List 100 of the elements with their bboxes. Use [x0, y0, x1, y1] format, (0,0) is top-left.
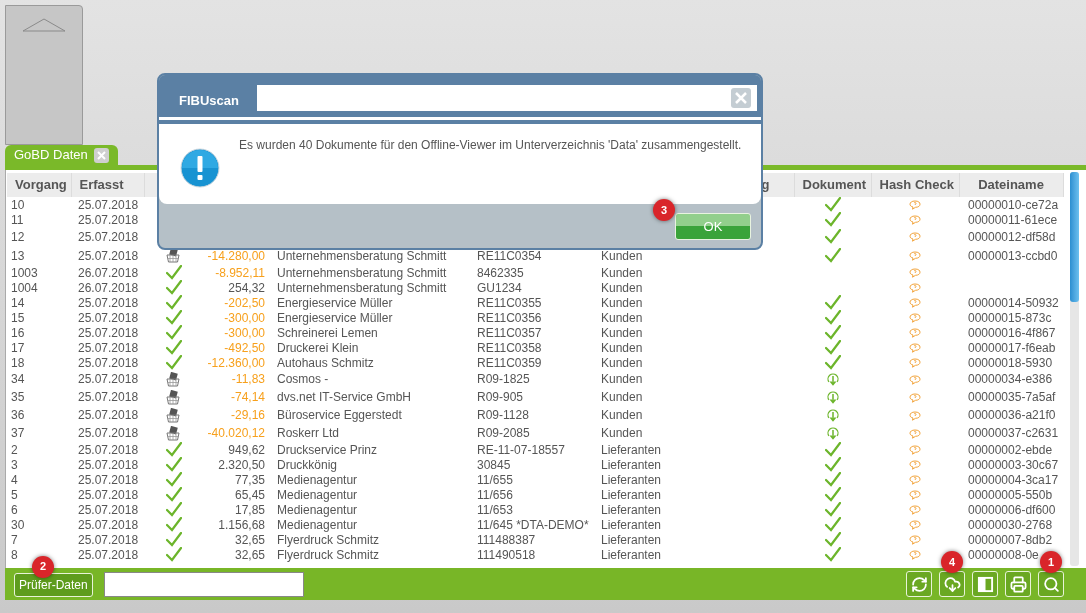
- table-cell: 00000008-0e: [968, 547, 1039, 562]
- table-cell: R09-1825: [477, 372, 530, 386]
- speech-bubble-icon: [909, 283, 921, 294]
- table-cell: Druckerei Klein: [277, 340, 359, 355]
- table-cell: Kunden: [601, 340, 643, 355]
- table-cell: 25.07.2018: [78, 487, 139, 502]
- table-cell: Flyerdruck Schmitz: [277, 547, 380, 562]
- table-cell: 00000036-a21f0: [968, 408, 1056, 422]
- half-square-icon: [976, 575, 994, 593]
- table-cell: 25.07.2018: [78, 325, 139, 340]
- pruefer-daten-button[interactable]: Prüfer-Daten: [14, 572, 93, 597]
- table-cell: 25.07.2018: [78, 457, 139, 472]
- collapse-arrow-icon[interactable]: [22, 18, 66, 32]
- close-icon[interactable]: [93, 147, 109, 163]
- table-cell: 17: [11, 340, 25, 355]
- table-cell: 25.07.2018: [78, 532, 139, 547]
- table-cell: Kunden: [601, 248, 643, 263]
- table-cell: 00000017-f6eab: [968, 340, 1056, 355]
- table-cell: Druckservice Prinz: [277, 442, 378, 457]
- table-cell: Lieferanten: [601, 487, 662, 502]
- column-header[interactable]: Erfasst: [79, 177, 124, 193]
- table-cell: 25.07.2018: [78, 472, 139, 487]
- table-cell: 7: [11, 532, 18, 547]
- speech-bubble-icon: [909, 520, 921, 531]
- table-cell: 25.07.2018: [78, 426, 139, 440]
- table-cell: -300,00: [224, 325, 265, 340]
- table-cell: 25.07.2018: [78, 372, 139, 386]
- toolbar-button[interactable]: [939, 571, 965, 597]
- ok-button[interactable]: OK: [675, 213, 751, 240]
- table-cell: Lieferanten: [601, 532, 662, 547]
- scrollbar[interactable]: [1070, 172, 1079, 566]
- table-cell: RE11C0354: [477, 248, 542, 263]
- speech-bubble-icon: [909, 428, 921, 439]
- table-cell: Energieservice Müller: [277, 295, 393, 310]
- column-header[interactable]: Dokument: [802, 177, 867, 193]
- column-header[interactable]: Hash Check: [879, 177, 954, 193]
- speech-bubble-icon: [909, 410, 921, 421]
- table-cell: RE11C0356: [477, 310, 542, 325]
- table-cell: 2.320,50: [218, 457, 265, 472]
- table-cell: 37: [11, 426, 25, 440]
- toolbar-button[interactable]: [906, 571, 932, 597]
- table-cell: 00000004-3ca17: [968, 472, 1059, 487]
- column-header[interactable]: Dateiname: [978, 177, 1044, 193]
- toolbar-button[interactable]: [1005, 571, 1031, 597]
- input-field[interactable]: [103, 571, 304, 597]
- table-cell: -40.020,12: [207, 426, 265, 440]
- table-cell: 4: [11, 472, 18, 487]
- table-cell: Schreinerei Lemen: [277, 325, 378, 340]
- speech-bubble-icon: [909, 251, 921, 262]
- close-button[interactable]: [731, 88, 751, 108]
- table-cell: 111488387: [477, 532, 536, 547]
- column-header[interactable]: Vorgang: [15, 177, 67, 193]
- dialog-message: Es wurden 40 Dokumente für den Offline-Viewer im Unterverzeichnis 'Data' zusammengestellt.: [239, 137, 742, 154]
- table-cell: 00000030-2768: [968, 517, 1053, 532]
- table-cell: 36: [11, 408, 25, 422]
- table-cell: 111490518: [477, 547, 536, 562]
- table-cell: 00000015-873c: [968, 310, 1052, 325]
- toolbar-button[interactable]: [972, 571, 998, 597]
- table-cell: 00000003-30c67: [968, 457, 1059, 472]
- close-icon: [735, 92, 747, 104]
- table-cell: GU1234: [477, 280, 522, 295]
- table-cell: RE11C0359: [477, 355, 542, 370]
- speech-bubble-icon: [909, 343, 921, 354]
- table-cell: 25.07.2018: [78, 248, 139, 263]
- table-cell: 25.07.2018: [78, 229, 139, 244]
- table-cell: Kunden: [601, 390, 643, 404]
- table-cell: 35: [11, 390, 25, 404]
- table-cell: R09-1128: [477, 408, 529, 422]
- table-cell: 1004: [11, 280, 38, 295]
- table-cell: -11,83: [231, 372, 265, 386]
- speech-bubble-icon: [909, 328, 921, 339]
- table-cell: dvs.net IT-Service GmbH: [277, 390, 412, 404]
- table-cell: 25.07.2018: [78, 502, 139, 517]
- table-cell: 00000035-7a5af: [968, 390, 1056, 404]
- table-cell: RE11C0357: [477, 325, 542, 340]
- table-cell: 8462335: [477, 265, 524, 280]
- table-cell: 25.07.2018: [78, 517, 139, 532]
- table-cell: Lieferanten: [601, 442, 662, 457]
- table-cell: Lieferanten: [601, 517, 662, 532]
- table-cell: 00000018-5930: [968, 355, 1053, 370]
- table-cell: Energieservice Müller: [277, 310, 393, 325]
- table-cell: 25.07.2018: [78, 340, 139, 355]
- table-cell: 00000012-df58d: [968, 229, 1056, 244]
- table-cell: Unternehmensberatung Schmitt: [277, 248, 447, 263]
- table-cell: -202,50: [224, 295, 265, 310]
- table-cell: 2: [11, 442, 18, 457]
- table-cell: 18: [11, 355, 25, 370]
- table-cell: 25.07.2018: [78, 390, 139, 404]
- speech-bubble-icon: [909, 550, 921, 561]
- table-cell: Roskerr Ltd: [277, 426, 340, 440]
- speech-bubble-icon: [909, 215, 921, 226]
- toolbar-button[interactable]: [1038, 571, 1064, 597]
- table-cell: 25.07.2018: [78, 212, 139, 227]
- speech-bubble-icon: [909, 232, 921, 243]
- table-cell: RE11C0358: [477, 340, 542, 355]
- table-cell: 11/645 *DTA-DEMO*: [477, 517, 589, 532]
- table-cell: 65,45: [234, 487, 265, 502]
- table-cell: 949,62: [228, 442, 265, 457]
- table-cell: 25.07.2018: [78, 310, 139, 325]
- table-cell: 25.07.2018: [78, 355, 139, 370]
